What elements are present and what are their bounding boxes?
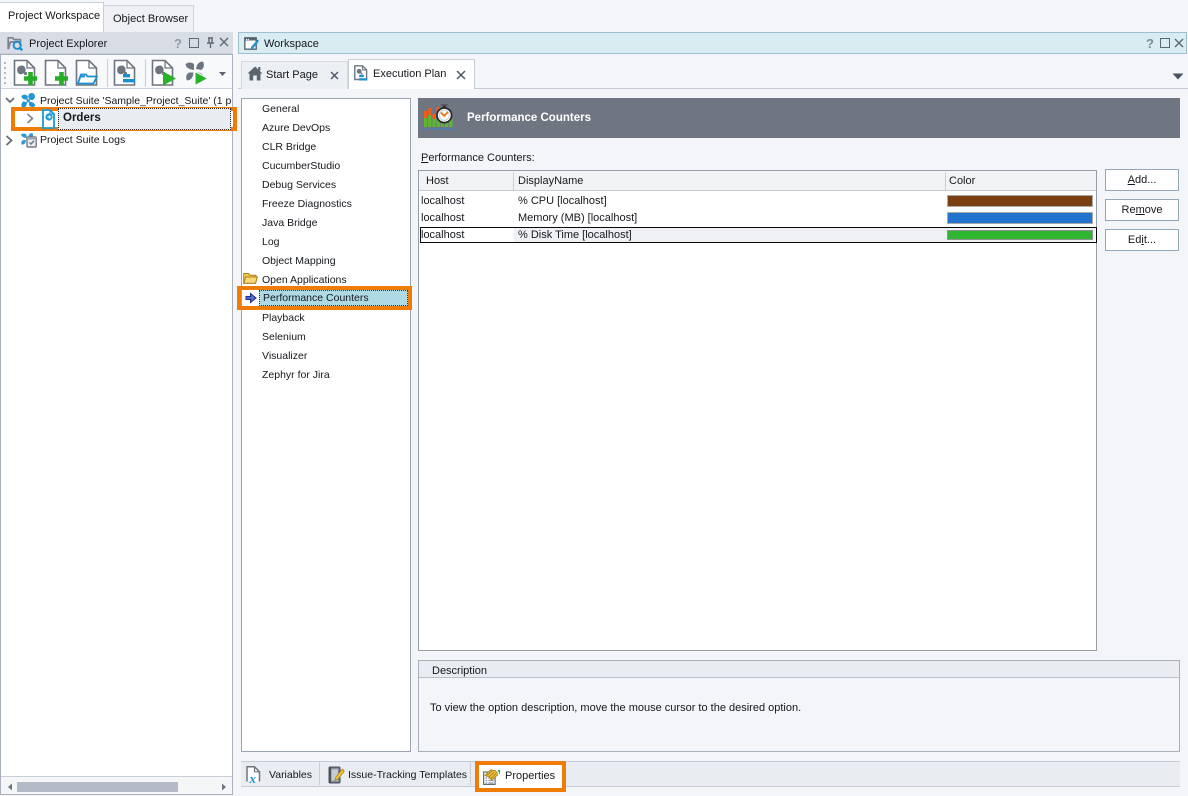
svg-text:x: x <box>249 771 257 785</box>
